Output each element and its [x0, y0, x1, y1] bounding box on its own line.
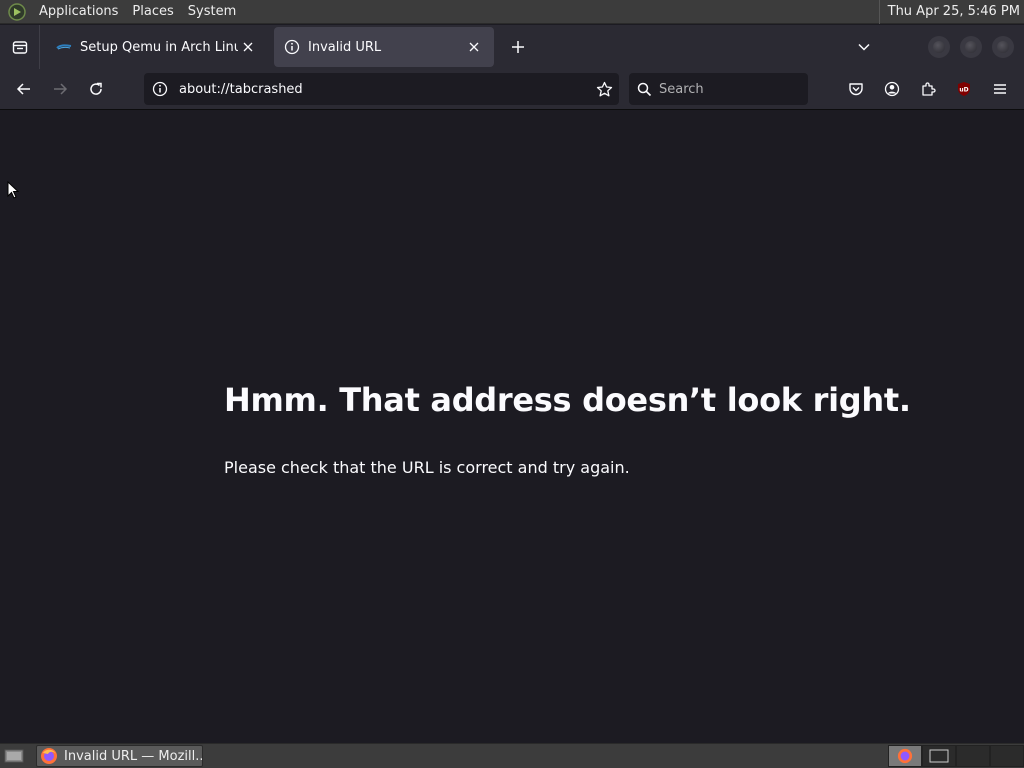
show-desktop-button[interactable] [2, 745, 26, 767]
new-tab-button[interactable] [502, 31, 534, 63]
firefox-view-button[interactable] [0, 25, 40, 69]
tab-label: Setup Qemu in Arch Linux [80, 39, 238, 55]
firefox-view-icon [12, 41, 27, 54]
hamburger-menu-icon [994, 84, 1006, 94]
tab-invalid-url[interactable]: Invalid URL [274, 27, 494, 67]
workspace-3[interactable] [956, 745, 990, 767]
forward-arrow-icon [54, 83, 68, 95]
tab-setup-qemu[interactable]: Setup Qemu in Arch Linux [46, 27, 268, 67]
workspace-2[interactable] [922, 745, 956, 767]
firefox-icon [40, 747, 58, 765]
extensions-button[interactable] [912, 73, 944, 105]
tab-label: Invalid URL [308, 39, 382, 55]
tab-strip: Setup Qemu in Arch Linux Invalid URL [0, 25, 1024, 69]
workspace-1[interactable] [888, 745, 922, 767]
close-tab-icon[interactable] [464, 37, 484, 57]
navigation-toolbar: about://tabcrashed Search uD [0, 69, 1024, 110]
puzzle-icon [922, 82, 936, 96]
back-arrow-icon [16, 83, 30, 95]
search-bar[interactable]: Search [629, 73, 808, 105]
taskbar-button-label: Invalid URL — Mozill... [64, 748, 202, 764]
applications-menu[interactable]: Applications [32, 0, 125, 24]
firefox-icon [897, 748, 913, 764]
clock[interactable]: Thu Apr 25, 5:46 PM [878, 0, 1024, 24]
close-window-button[interactable] [992, 36, 1014, 58]
search-icon [629, 82, 659, 97]
page-content: Hmm. That address doesn’t look right. Pl… [0, 111, 1024, 743]
close-tab-icon[interactable] [238, 37, 258, 57]
search-placeholder: Search [659, 81, 704, 97]
reload-button[interactable] [80, 73, 112, 105]
forward-button[interactable] [44, 73, 76, 105]
account-icon [884, 81, 900, 97]
taskbar-button-firefox[interactable]: Invalid URL — Mozill... [36, 745, 203, 767]
site-favicon-icon [56, 39, 72, 55]
chevron-down-icon [858, 43, 870, 51]
places-menu[interactable]: Places [125, 0, 180, 24]
reload-icon [90, 82, 102, 95]
toolbar-icons: uD [836, 73, 1016, 105]
bottom-panel: Invalid URL — Mozill... [0, 743, 1024, 768]
app-menu-button[interactable] [984, 73, 1016, 105]
mouse-cursor-icon [7, 180, 20, 203]
svg-text:uD: uD [959, 87, 968, 94]
show-desktop-icon [4, 749, 24, 763]
top-panel: Applications Places System Thu Apr 25, 5… [0, 0, 1024, 24]
url-bar[interactable]: about://tabcrashed [144, 73, 619, 105]
error-title: Hmm. That address doesn’t look right. [224, 381, 911, 419]
empty-workspace-icon [929, 749, 949, 763]
list-all-tabs-button[interactable] [848, 31, 880, 63]
minimize-window-button[interactable] [928, 36, 950, 58]
url-text[interactable]: about://tabcrashed [175, 82, 589, 97]
ublock-shield-icon: uD [958, 82, 970, 96]
bookmark-star-icon[interactable] [589, 81, 619, 98]
pocket-icon [849, 83, 863, 96]
mate-logo-icon[interactable] [8, 2, 26, 21]
info-icon[interactable] [145, 81, 175, 97]
workspace-4[interactable] [990, 745, 1024, 767]
pocket-button[interactable] [840, 73, 872, 105]
error-description: Please check that the URL is correct and… [224, 458, 630, 477]
plus-icon [512, 41, 524, 53]
back-button[interactable] [8, 73, 40, 105]
info-icon [284, 39, 300, 55]
ublock-origin-button[interactable]: uD [948, 73, 980, 105]
account-button[interactable] [876, 73, 908, 105]
system-menu[interactable]: System [181, 0, 243, 24]
maximize-window-button[interactable] [960, 36, 982, 58]
